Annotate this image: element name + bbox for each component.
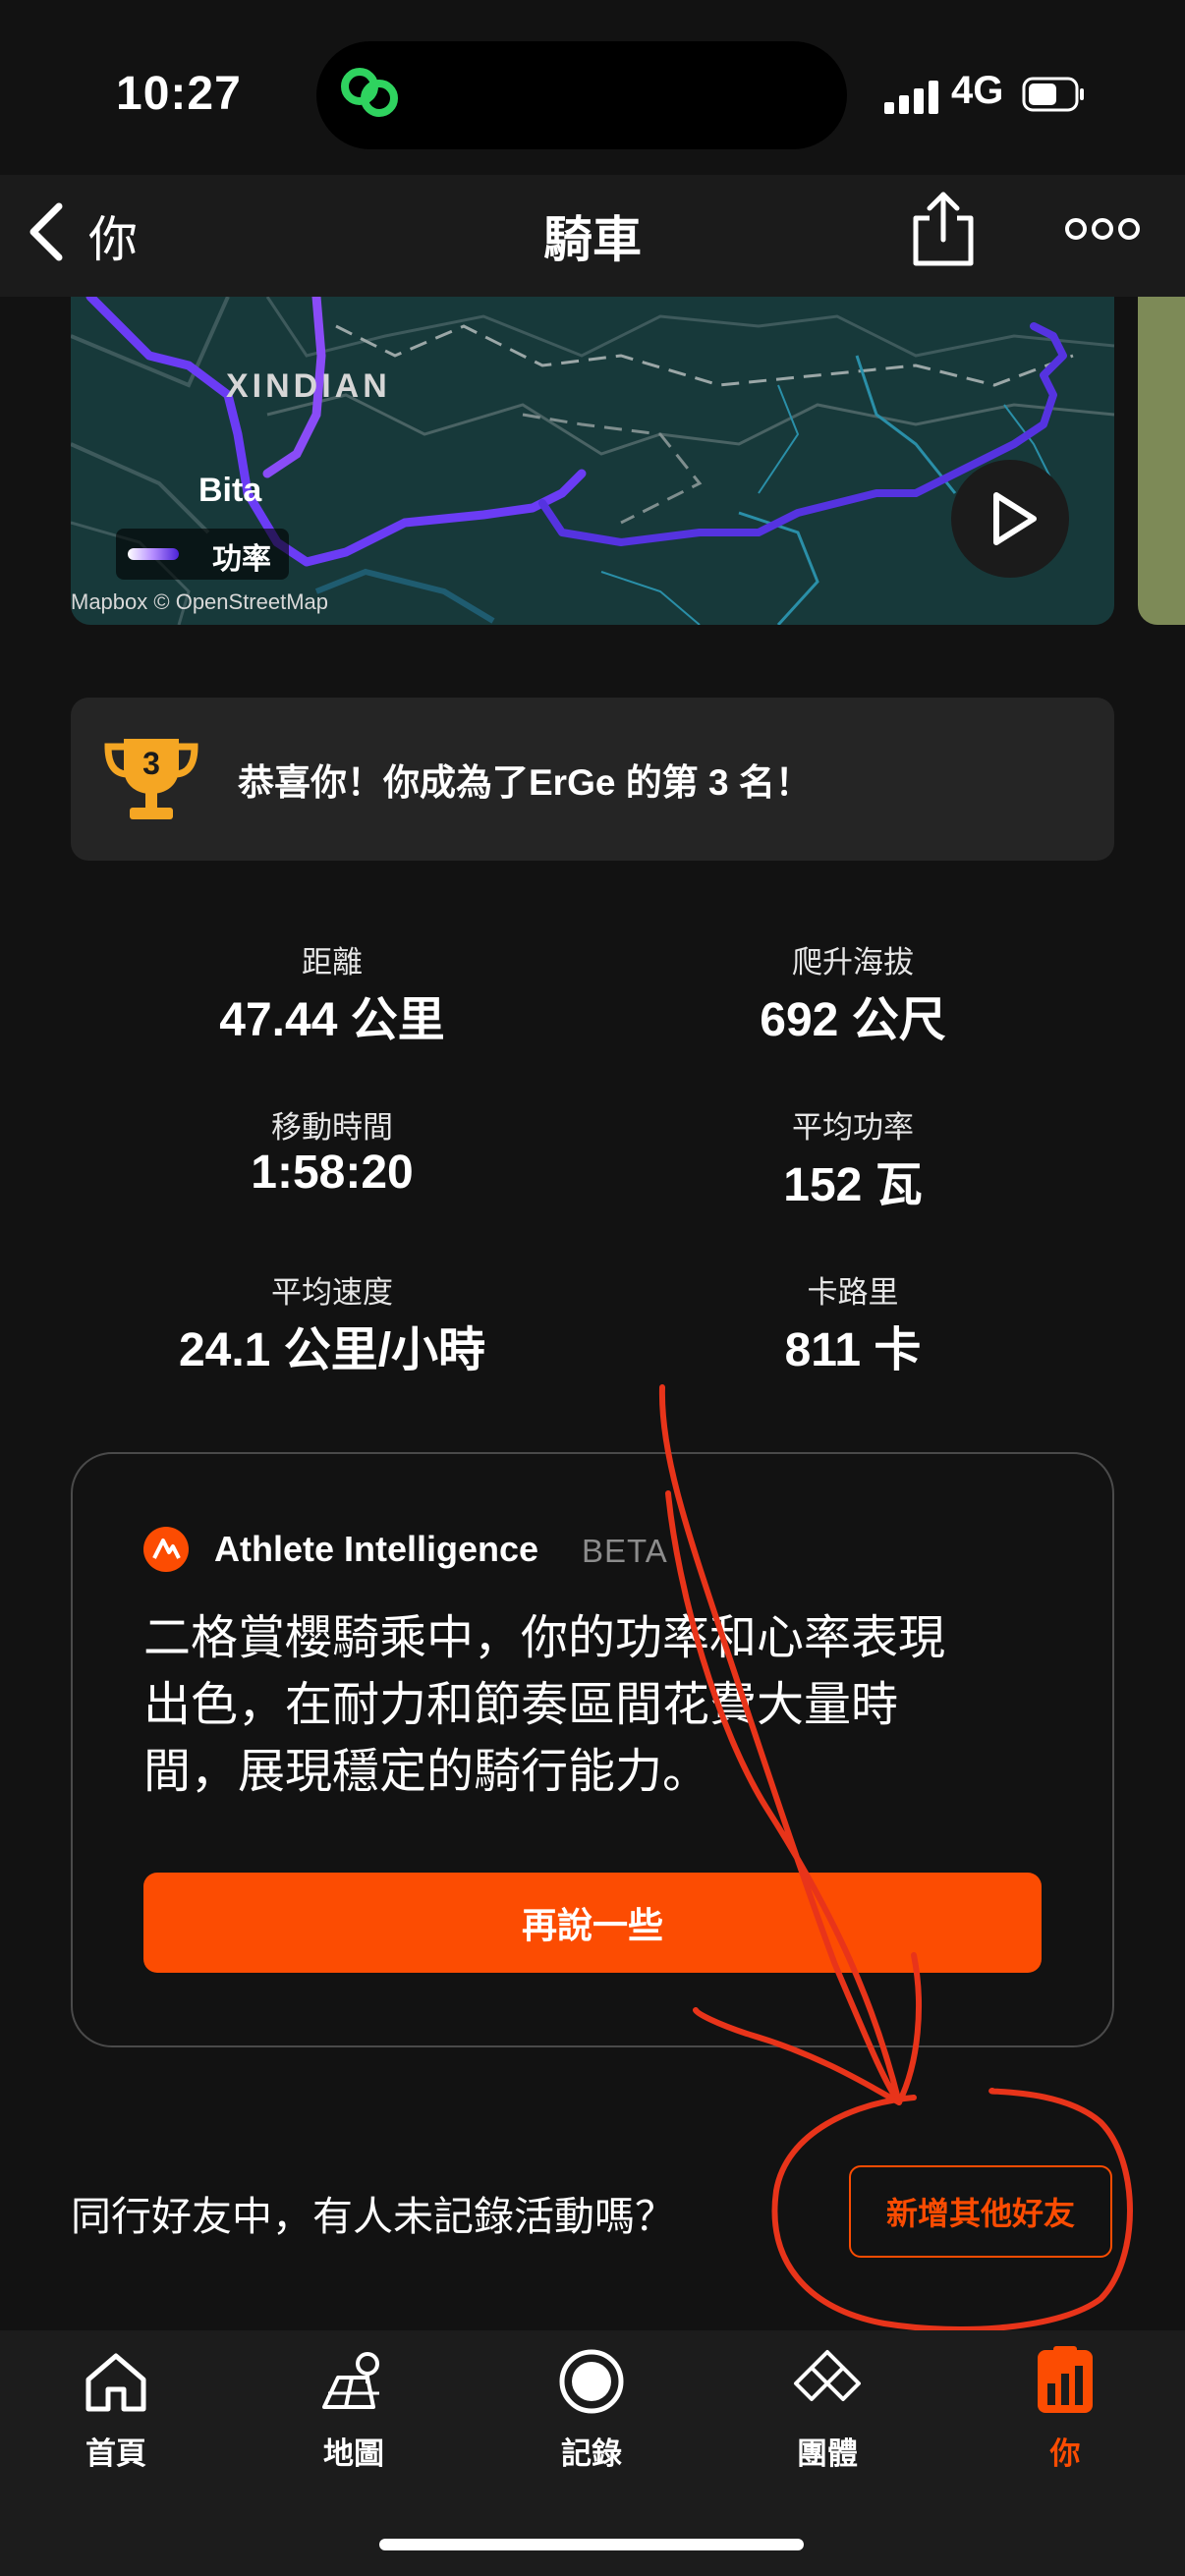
athlete-intelligence-summary: 二格賞櫻騎乘中，你的功率和心率表現 出色，在耐力和節奏區間花費大量時 間，展現穩… [143,1605,1028,1806]
athlete-intelligence-icon [143,1527,189,1572]
achievement-text: 恭喜你！你成為了ErGe 的第 3 名！ [238,762,812,803]
stat-moving-time-label: 移動時間 [271,1110,393,1145]
stat-distance-label: 距離 [302,945,363,980]
map-legend-label: 功率 [212,543,271,576]
you-icon [1038,2346,1093,2413]
tab-groups-label: 團體 [797,2436,858,2471]
stat-calories-label: 卡路里 [807,1275,899,1310]
record-icon [559,2349,624,2414]
tab-you-label: 你 [1049,2436,1081,2471]
network-type: 4G [951,69,1004,112]
stat-calories-value: 811 卡 [784,1324,922,1376]
page-title: 騎車 [543,212,642,267]
stat-elevation-label: 爬升海拔 [792,945,914,980]
map-place-label: Bita [198,472,262,509]
summary-line: 間，展現穩定的騎行能力。 [143,1746,710,1798]
home-icon [85,2353,146,2412]
share-icon[interactable] [908,189,979,267]
app-link-icon [341,68,398,117]
status-time: 10:27 [116,68,242,120]
signal-icon [884,81,938,114]
flyover-play-button[interactable] [951,460,1069,578]
power-gradient-icon [128,548,179,560]
tab-record[interactable]: 記錄 [513,2346,670,2473]
tab-home[interactable]: 首頁 [37,2346,195,2473]
trophy-rank: 3 [142,746,160,781]
play-icon [993,492,1037,545]
trophy-icon: 3 [104,739,198,819]
tell-me-more-button[interactable]: 再說一些 [143,1873,1042,1973]
stat-avg-speed-label: 平均速度 [271,1275,393,1310]
tab-groups[interactable]: 團體 [749,2346,906,2473]
tab-you[interactable]: 你 [987,2346,1144,2473]
summary-line: 出色，在耐力和節奏區間花費大量時 [143,1679,899,1731]
stat-avg-power-label: 平均功率 [792,1110,914,1145]
add-friends-button[interactable]: 新增其他好友 [849,2165,1112,2258]
map-town-label: XINDIAN [226,367,391,405]
map-attribution[interactable]: Mapbox © OpenStreetMap [71,589,328,615]
stat-moving-time-value: 1:58:20 [251,1147,414,1199]
beta-badge: BETA [582,1533,668,1569]
stat-elevation-value: 692 公尺 [760,994,946,1046]
athlete-intelligence-title: Athlete Intelligence [214,1529,539,1569]
tab-maps[interactable]: 地圖 [275,2346,432,2473]
home-indicator[interactable] [379,2539,804,2550]
stat-distance-value: 47.44 公里 [219,994,445,1046]
friends-question: 同行好友中，有人未記錄活動嗎？ [71,2194,675,2239]
battery-icon [1022,77,1084,112]
tab-home-label: 首頁 [85,2436,146,2471]
tab-maps-label: 地圖 [323,2436,384,2471]
tab-record-label: 記錄 [561,2436,622,2471]
map-icon [322,2352,379,2409]
more-options-icon[interactable] [1065,214,1140,244]
groups-icon [794,2350,861,2401]
stat-avg-speed-value: 24.1 公里/小時 [178,1324,486,1376]
photo-thumbnail[interactable] [1138,297,1185,625]
summary-line: 二格賞櫻騎乘中，你的功率和心率表現 [143,1612,946,1664]
stat-avg-power-value: 152 瓦 [783,1159,923,1211]
